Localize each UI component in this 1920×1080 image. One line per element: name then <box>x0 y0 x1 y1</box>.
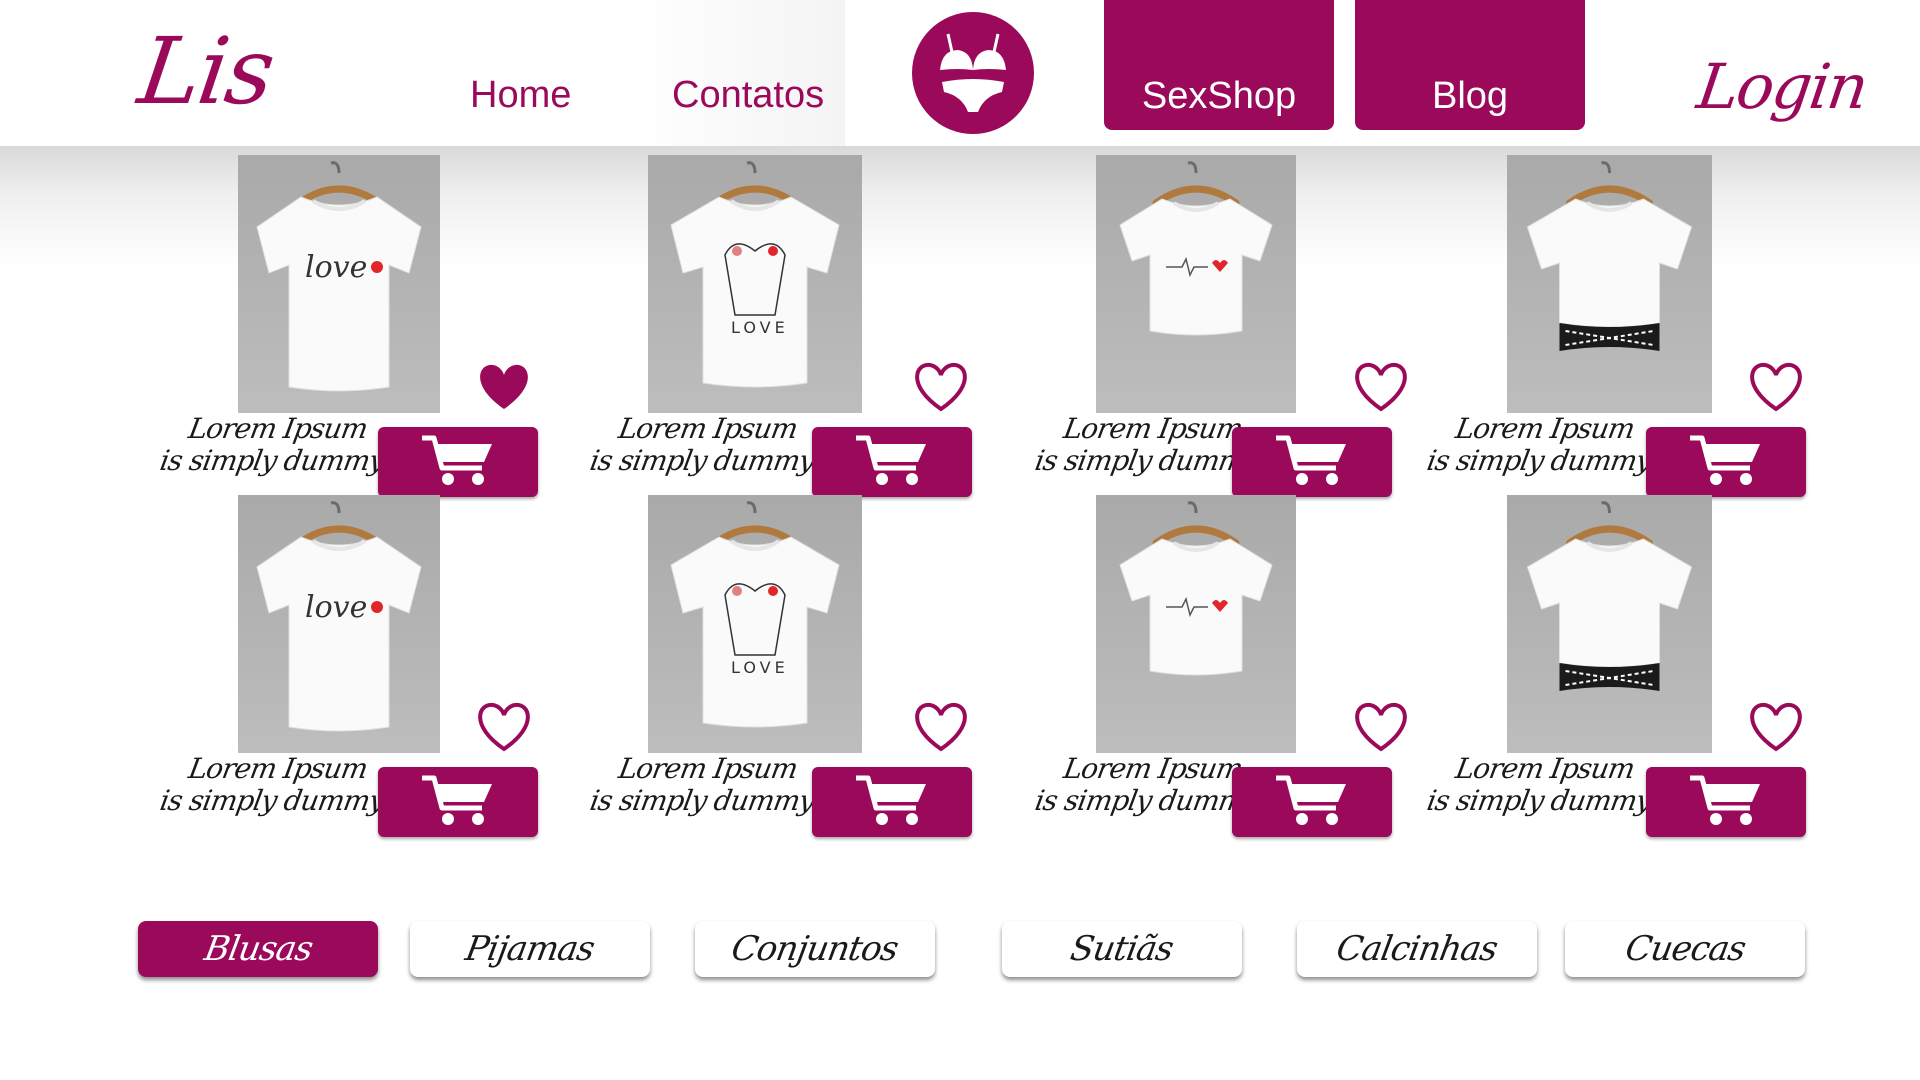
heart-icon[interactable] <box>1352 361 1410 413</box>
product-card[interactable]: Lorem Ipsum is simply dummy <box>1025 155 1445 497</box>
product-grid: love Lorem Ipsum is simply dummy LOVE Lore… <box>0 0 1920 1080</box>
heart-icon[interactable] <box>912 361 970 413</box>
category-button-calcinhas[interactable]: Calcinhas <box>1297 921 1537 977</box>
product-caption-line2: is simply dummy <box>587 444 817 477</box>
shopping-cart-icon <box>854 772 930 833</box>
product-caption-line2: is simply dummy <box>1424 784 1654 817</box>
product-caption-line2: is simply dummy <box>587 784 817 817</box>
product-caption-line1: Lorem Ipsum <box>1453 412 1637 445</box>
product-caption-line1: Lorem Ipsum <box>1453 752 1637 785</box>
add-to-cart-button[interactable] <box>1232 767 1392 837</box>
product-card[interactable]: love Lorem Ipsum is simply dummy <box>158 155 580 497</box>
product-caption-line1: Lorem Ipsum <box>616 412 800 445</box>
product-image[interactable] <box>1507 495 1712 753</box>
product-caption-line2: is simply dummy <box>1032 444 1262 477</box>
heart-icon[interactable] <box>1352 701 1410 753</box>
category-label: Blusas <box>201 929 315 969</box>
product-caption: Lorem Ipsum is simply dummy <box>1421 752 1662 817</box>
page: Lis Home Contatos SexShop Blog Login lov… <box>0 0 1920 1080</box>
product-caption: Lorem Ipsum is simply dummy <box>584 412 825 477</box>
add-to-cart-button[interactable] <box>1232 427 1392 497</box>
heart-icon[interactable] <box>1747 361 1805 413</box>
product-caption-line2: is simply dummy <box>1032 784 1262 817</box>
product-caption-line1: Lorem Ipsum <box>186 412 370 445</box>
product-caption-line1: Lorem Ipsum <box>616 752 800 785</box>
category-button-blusas[interactable]: Blusas <box>138 921 378 977</box>
shopping-cart-icon <box>1274 772 1350 833</box>
product-image[interactable]: LOVE <box>648 495 862 753</box>
product-card[interactable]: LOVE Lorem Ipsum is simply dummy <box>588 155 1010 497</box>
product-card[interactable]: Lorem Ipsum is simply dummy <box>1425 155 1857 497</box>
product-caption-line1: Lorem Ipsum <box>186 752 370 785</box>
add-to-cart-button[interactable] <box>1646 767 1806 837</box>
category-label: Cuecas <box>1622 929 1748 969</box>
product-image[interactable] <box>1096 155 1296 413</box>
svg-text:love: love <box>305 590 367 625</box>
shopping-cart-icon <box>1274 432 1350 493</box>
product-card[interactable]: LOVE Lorem Ipsum is simply dummy <box>588 495 1010 837</box>
product-image[interactable] <box>1096 495 1296 753</box>
category-label: Calcinhas <box>1333 929 1501 969</box>
shopping-cart-icon <box>854 432 930 493</box>
product-image[interactable]: love <box>238 495 440 753</box>
product-card[interactable]: love Lorem Ipsum is simply dummy <box>158 495 580 837</box>
product-image[interactable]: love <box>238 155 440 413</box>
category-button-sutiãs[interactable]: Sutiãs <box>1002 921 1242 977</box>
product-image[interactable] <box>1507 155 1712 413</box>
shopping-cart-icon <box>1688 772 1764 833</box>
add-to-cart-button[interactable] <box>1646 427 1806 497</box>
product-caption: Lorem Ipsum is simply dummy <box>154 412 395 477</box>
svg-text:LOVE: LOVE <box>731 658 789 677</box>
add-to-cart-button[interactable] <box>378 427 538 497</box>
product-caption: Lorem Ipsum is simply dummy <box>584 752 825 817</box>
category-label: Conjuntos <box>728 929 902 969</box>
shopping-cart-icon <box>420 772 496 833</box>
product-card[interactable]: Lorem Ipsum is simply dummy <box>1025 495 1445 837</box>
svg-text:love: love <box>305 250 367 285</box>
category-label: Pijamas <box>462 929 598 969</box>
heart-icon[interactable] <box>912 701 970 753</box>
add-to-cart-button[interactable] <box>812 767 972 837</box>
product-caption: Lorem Ipsum is simply dummy <box>154 752 395 817</box>
svg-text:LOVE: LOVE <box>731 318 789 337</box>
category-button-pijamas[interactable]: Pijamas <box>410 921 650 977</box>
category-button-cuecas[interactable]: Cuecas <box>1565 921 1805 977</box>
product-caption-line2: is simply dummy <box>157 784 387 817</box>
product-image[interactable]: LOVE <box>648 155 862 413</box>
add-to-cart-button[interactable] <box>378 767 538 837</box>
heart-icon[interactable] <box>475 361 533 413</box>
category-button-conjuntos[interactable]: Conjuntos <box>695 921 935 977</box>
heart-icon[interactable] <box>1747 701 1805 753</box>
add-to-cart-button[interactable] <box>812 427 972 497</box>
shopping-cart-icon <box>1688 432 1764 493</box>
shopping-cart-icon <box>420 432 496 493</box>
product-card[interactable]: Lorem Ipsum is simply dummy <box>1425 495 1857 837</box>
heart-icon[interactable] <box>475 701 533 753</box>
product-caption-line2: is simply dummy <box>157 444 387 477</box>
product-caption: Lorem Ipsum is simply dummy <box>1421 412 1662 477</box>
product-caption-line2: is simply dummy <box>1424 444 1654 477</box>
category-label: Sutiãs <box>1067 929 1177 969</box>
